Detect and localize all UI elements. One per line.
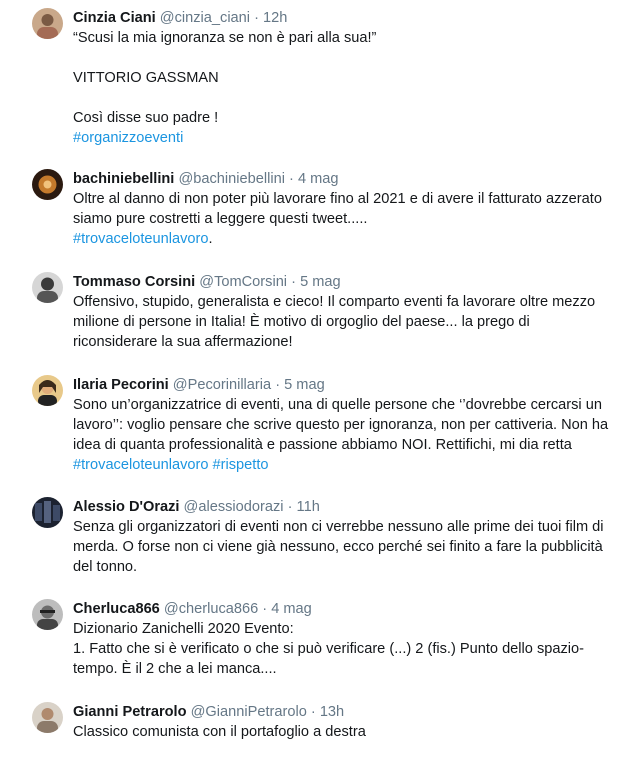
timestamp[interactable]: 4 mag	[298, 171, 339, 187]
tweet-body: Offensivo, stupido, generalista e cieco!…	[73, 294, 596, 350]
tweet-suffix: .	[208, 231, 213, 247]
separator-dot: ·	[289, 171, 294, 187]
tweet-line: “Scusi la mia ignoranza se non è pari al…	[73, 30, 377, 46]
separator-dot: ·	[254, 10, 259, 26]
timestamp[interactable]: 11h	[297, 499, 320, 515]
tweet-header: Alessio D'Orazi @alessiodorazi · 11h	[73, 497, 618, 517]
timestamp[interactable]: 5 mag	[300, 274, 341, 290]
tweet-body: Sono un’organizzatrice di eventi, una di…	[73, 397, 609, 453]
tweet-text: Oltre al danno di non poter più lavorare…	[73, 189, 618, 249]
tweet-header: Gianni Petrarolo @GianniPetrarolo · 13h	[73, 702, 618, 722]
separator-dot: ·	[275, 377, 281, 393]
author-name[interactable]: Cinzia Ciani	[73, 10, 156, 26]
hashtag-link[interactable]: #rispetto	[213, 457, 269, 473]
tweet-line: Dizionario Zanichelli 2020 Evento:	[73, 621, 294, 637]
author-name[interactable]: Tommaso Corsini	[73, 274, 195, 290]
separator-dot: ·	[287, 499, 293, 515]
tweet-line: Così disse suo padre !	[73, 110, 219, 126]
author-name[interactable]: Cherluca866	[73, 601, 160, 617]
avatar[interactable]	[32, 497, 63, 528]
hashtag-link[interactable]: #organizzoeventi	[73, 130, 183, 146]
timestamp[interactable]: 13h	[320, 704, 344, 720]
tweet-line: 1. Fatto che si è verificato o che si pu…	[73, 641, 585, 677]
avatar[interactable]	[32, 599, 63, 630]
tweet-header: Cherluca866 @cherluca866 · 4 mag	[73, 599, 618, 619]
avatar[interactable]	[32, 375, 63, 406]
timestamp[interactable]: 12h	[263, 10, 287, 26]
author-handle[interactable]: @TomCorsini	[199, 274, 287, 290]
tweet-header: Tommaso Corsini @TomCorsini · 5 mag	[73, 272, 618, 292]
tweet-line: VITTORIO GASSMAN	[73, 70, 219, 86]
tweet-text: Dizionario Zanichelli 2020 Evento: 1. Fa…	[73, 619, 618, 679]
tweet-text: “Scusi la mia ignoranza se non è pari al…	[73, 28, 618, 148]
separator-dot: ·	[310, 704, 316, 720]
tweet-text: Classico comunista con il portafoglio a …	[73, 722, 618, 742]
avatar[interactable]	[32, 272, 63, 303]
tweet-header: bachiniebellini @bachiniebellini · 4 mag	[73, 169, 618, 189]
author-name[interactable]: Gianni Petrarolo	[73, 704, 187, 720]
author-handle[interactable]: @GianniPetrarolo	[191, 704, 307, 720]
tweet-body: Classico comunista con il portafoglio a …	[73, 724, 366, 740]
author-handle[interactable]: @bachiniebellini	[178, 171, 285, 187]
author-name[interactable]: Ilaria Pecorini	[73, 377, 169, 393]
separator-dot: ·	[291, 274, 296, 290]
avatar[interactable]	[32, 169, 63, 200]
tweet-text: Sono un’organizzatrice di eventi, una di…	[73, 395, 618, 475]
author-handle[interactable]: @cherluca866	[164, 601, 258, 617]
author-handle[interactable]: @alessiodorazi	[184, 499, 284, 515]
avatar[interactable]	[32, 702, 63, 733]
tweet-body: Senza gli organizzatori di eventi non ci…	[73, 519, 604, 575]
hashtag-link[interactable]: #trovaceloteunlavoro	[73, 231, 208, 247]
tweet-text: Offensivo, stupido, generalista e cieco!…	[73, 292, 618, 352]
timestamp[interactable]: 5 mag	[284, 377, 325, 393]
tweet-header: Ilaria Pecorini @Pecorinillaria · 5 mag	[73, 375, 618, 395]
author-handle[interactable]: @Pecorinillaria	[173, 377, 271, 393]
hashtag-link[interactable]: #trovaceloteunlavoro	[73, 457, 208, 473]
author-name[interactable]: Alessio D'Orazi	[73, 499, 179, 515]
tweet-header: Cinzia Ciani @cinzia_ciani · 12h	[73, 8, 618, 28]
tweet-body: Oltre al danno di non poter più lavorare…	[73, 191, 602, 227]
separator-dot: ·	[262, 601, 268, 617]
author-handle[interactable]: @cinzia_ciani	[160, 10, 250, 26]
author-name[interactable]: bachiniebellini	[73, 171, 174, 187]
avatar[interactable]	[32, 8, 63, 39]
tweet-text: Senza gli organizzatori di eventi non ci…	[73, 517, 618, 577]
timestamp[interactable]: 4 mag	[271, 601, 312, 617]
